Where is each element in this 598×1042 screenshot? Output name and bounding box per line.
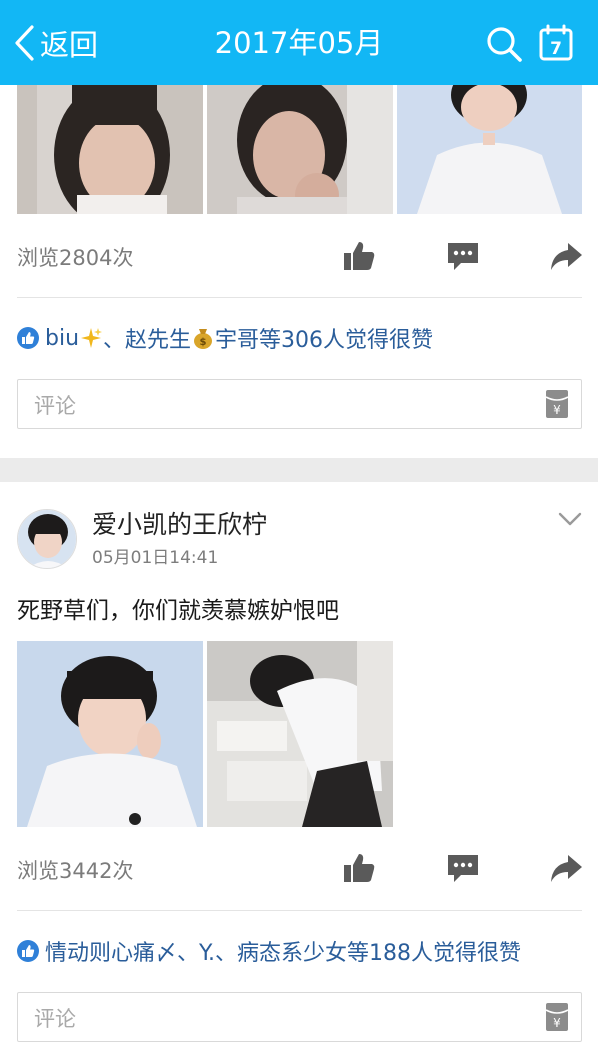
post-photo[interactable] [207,641,393,827]
chevron-down-icon[interactable] [557,510,583,528]
post-photo[interactable] [17,641,203,827]
view-count: 浏览3442次 [17,859,134,883]
search-icon[interactable] [484,24,524,64]
comment-input[interactable]: 评论 ¥ [17,992,582,1042]
share-icon[interactable] [548,239,584,273]
comment-placeholder: 评论 [34,394,76,418]
likes-row[interactable]: 情动则心痛〆、Y.、病态系少女等188人觉得很赞 [17,935,521,967]
thumbs-up-icon [17,940,39,962]
divider [17,297,582,298]
section-gap [0,458,598,482]
post-text: 死野草们，你们就羡慕嫉妒恨吧 [17,598,339,624]
post-photo[interactable] [397,85,582,214]
thumbs-up-icon [17,327,39,349]
likes-summary[interactable]: 宇哥等306人觉得很赞 [215,322,433,354]
post-photo[interactable] [17,85,203,214]
author-name[interactable]: 爱小凯的王欣柠 [92,505,267,541]
like-icon[interactable] [341,851,377,885]
comment-icon[interactable] [445,239,481,273]
comment-input[interactable]: 评论 ¥ [17,379,582,429]
svg-text:¥: ¥ [553,1016,561,1030]
likes-summary[interactable]: 情动则心痛〆、Y.、病态系少女等188人觉得很赞 [45,935,521,967]
likes-row[interactable]: biu 、赵先生 $ 宇哥等306人觉得很赞 [17,322,433,354]
view-count: 浏览2804次 [17,246,134,270]
money-bag-icon: $ [194,329,213,349]
share-icon[interactable] [548,851,584,885]
liker-name[interactable]: 、赵先生 [103,322,191,354]
calendar-day: 7 [550,39,562,59]
divider [17,910,582,911]
avatar[interactable] [17,509,77,569]
post-photo[interactable] [207,85,393,214]
comment-placeholder: 评论 [34,1007,76,1031]
post-timestamp: 05月01日14:41 [92,548,219,568]
liker-name[interactable]: biu [45,326,79,351]
red-packet-icon[interactable]: ¥ [545,389,569,419]
red-packet-icon[interactable]: ¥ [545,1002,569,1032]
top-bar: 返回 2017年05月 7 [0,0,598,85]
comment-icon[interactable] [445,851,481,885]
svg-text:¥: ¥ [553,403,561,417]
svg-text:$: $ [200,337,207,348]
sparkle-icon [81,328,103,348]
like-icon[interactable] [341,239,377,273]
calendar-icon[interactable]: 7 [538,24,574,62]
